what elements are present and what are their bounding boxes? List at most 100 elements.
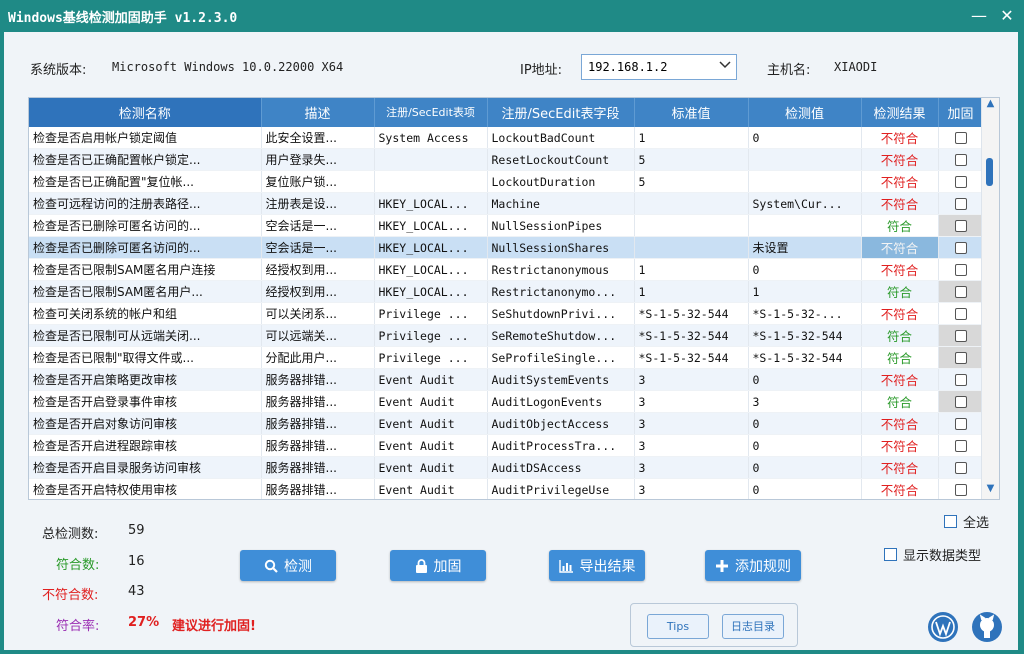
cell-standard-value[interactable]: 3 (634, 478, 749, 499)
cell-result[interactable]: 符合 (861, 346, 939, 369)
table-row[interactable]: 检查是否开启特权使用审核 服务器排错... Event Audit AuditPriv… (29, 478, 984, 499)
cell-fix-checkbox[interactable] (938, 302, 984, 325)
cell-key[interactable]: System Access (374, 127, 488, 149)
cell-result[interactable]: 符合 (861, 324, 939, 347)
cell-detected-value[interactable]: 0 (748, 258, 862, 281)
cell-result[interactable]: 不符合 (861, 478, 939, 499)
column-header-val[interactable]: 检测值 (748, 98, 862, 127)
cell-fix-checkbox[interactable] (938, 390, 984, 413)
cell-standard-value[interactable]: 1 (634, 127, 749, 149)
cell-description[interactable]: 分配此用户... (261, 346, 375, 369)
cell-description[interactable]: 服务器排错... (261, 456, 375, 479)
cell-name[interactable]: 检查是否开启进程跟踪审核 (29, 434, 262, 457)
cell-detected-value[interactable]: 1 (748, 280, 862, 303)
table-row[interactable]: 检查是否已删除可匿名访问的... 空会话是一... HKEY_LOCAL... Nul… (29, 214, 984, 237)
cell-fix-checkbox[interactable] (938, 148, 984, 171)
cell-name[interactable]: 检查可远程访问的注册表路径... (29, 192, 262, 215)
column-header-result[interactable]: 检测结果 (861, 98, 939, 127)
show-data-types-box[interactable] (884, 548, 897, 561)
cell-result[interactable]: 不符合 (861, 192, 939, 215)
cell-standard-value[interactable]: *S-1-5-32-544 (634, 302, 749, 325)
cell-description[interactable]: 服务器排错... (261, 478, 375, 499)
fix-checkbox[interactable] (954, 374, 967, 386)
cell-fix-checkbox[interactable] (938, 324, 984, 347)
cell-key[interactable]: Event Audit (374, 478, 488, 499)
scan-button[interactable]: 检测 (240, 550, 336, 581)
cell-detected-value[interactable] (748, 148, 862, 171)
cell-description[interactable]: 经授权到用... (261, 258, 375, 281)
cell-field[interactable]: NullSessionPipes (487, 214, 635, 237)
cell-fix-checkbox[interactable] (938, 434, 984, 457)
cell-result[interactable]: 不符合 (861, 368, 939, 391)
select-all-checkbox[interactable]: 全选 (944, 512, 989, 531)
table-row[interactable]: 检查是否开启对象访问审核 服务器排错... Event Audit AuditObje… (29, 412, 984, 435)
cell-detected-value[interactable]: 3 (748, 390, 862, 413)
fix-checkbox[interactable] (954, 198, 967, 210)
wordpress-icon[interactable] (928, 612, 958, 642)
cell-detected-value[interactable] (748, 214, 862, 237)
scroll-up-icon[interactable]: ▲ (982, 98, 999, 114)
github-icon[interactable] (972, 612, 1002, 642)
cell-description[interactable]: 空会话是一... (261, 214, 375, 237)
fix-checkbox[interactable] (954, 220, 967, 232)
cell-name[interactable]: 检查是否已删除可匿名访问的... (29, 214, 262, 237)
column-header-key[interactable]: 注册/SecEdit表项 (374, 98, 488, 127)
cell-key[interactable]: HKEY_LOCAL... (374, 258, 488, 281)
cell-standard-value[interactable]: 1 (634, 280, 749, 303)
table-row[interactable]: 检查是否启用帐户锁定阈值 此安全设置... System Access Lockout… (29, 127, 984, 149)
cell-detected-value[interactable]: *S-1-5-32-544 (748, 346, 862, 369)
table-row[interactable]: 检查是否开启进程跟踪审核 服务器排错... Event Audit AuditProc… (29, 434, 984, 457)
fix-checkbox[interactable] (954, 242, 967, 254)
cell-detected-value[interactable]: 0 (748, 127, 862, 149)
cell-fix-checkbox[interactable] (938, 258, 984, 281)
cell-fix-checkbox[interactable] (938, 412, 984, 435)
column-header-name[interactable]: 检测名称 (29, 98, 262, 127)
close-icon[interactable]: ✕ (992, 4, 1022, 28)
cell-description[interactable]: 服务器排错... (261, 368, 375, 391)
cell-field[interactable]: AuditDSAccess (487, 456, 635, 479)
cell-detected-value[interactable]: 0 (748, 412, 862, 435)
fix-checkbox[interactable] (954, 286, 967, 298)
cell-fix-checkbox[interactable] (938, 236, 984, 259)
table-row[interactable]: 检查是否开启策略更改审核 服务器排错... Event Audit AuditSyst… (29, 368, 984, 391)
column-header-desc[interactable]: 描述 (261, 98, 375, 127)
cell-field[interactable]: SeRemoteShutdow... (487, 324, 635, 347)
cell-detected-value[interactable]: *S-1-5-32-... (748, 302, 862, 325)
scroll-down-icon[interactable]: ▼ (982, 483, 999, 499)
table-row[interactable]: 检查可关闭系统的帐户和组 可以关闭系... Privilege ... SeShutd… (29, 302, 984, 325)
cell-fix-checkbox[interactable] (938, 478, 984, 499)
cell-detected-value[interactable]: *S-1-5-32-544 (748, 324, 862, 347)
cell-field[interactable]: SeProfileSingle... (487, 346, 635, 369)
cell-description[interactable]: 服务器排错... (261, 434, 375, 457)
cell-result[interactable]: 符合 (861, 214, 939, 237)
cell-field[interactable]: SeShutdownPrivi... (487, 302, 635, 325)
cell-description[interactable]: 此安全设置... (261, 127, 375, 149)
cell-key[interactable] (374, 170, 488, 193)
column-header-fix[interactable]: 加固 (938, 98, 984, 127)
table-row[interactable]: 检查是否已删除可匿名访问的... 空会话是一... HKEY_LOCAL... Nul… (29, 236, 984, 259)
ip-select[interactable]: 192.168.1.2 (581, 54, 737, 80)
cell-name[interactable]: 检查是否已限制SAM匿名用户... (29, 280, 262, 303)
cell-field[interactable]: Restrictanonymous (487, 258, 635, 281)
cell-description[interactable]: 用户登录失... (261, 148, 375, 171)
cell-result[interactable]: 不符合 (861, 302, 939, 325)
cell-description[interactable]: 可以远端关... (261, 324, 375, 347)
cell-name[interactable]: 检查是否已正确配置帐户锁定... (29, 148, 262, 171)
tips-button[interactable]: Tips (647, 614, 709, 639)
cell-description[interactable]: 经授权到用... (261, 280, 375, 303)
table-row[interactable]: 检查是否已限制可从远端关闭... 可以远端关... Privilege ... SeR… (29, 324, 984, 347)
cell-fix-checkbox[interactable] (938, 127, 984, 149)
cell-field[interactable]: AuditProcessTra... (487, 434, 635, 457)
cell-standard-value[interactable]: 3 (634, 434, 749, 457)
cell-detected-value[interactable]: 0 (748, 478, 862, 499)
cell-fix-checkbox[interactable] (938, 192, 984, 215)
cell-standard-value[interactable] (634, 214, 749, 237)
cell-field[interactable]: ResetLockoutCount (487, 148, 635, 171)
cell-result[interactable]: 不符合 (861, 236, 939, 259)
cell-standard-value[interactable]: 1 (634, 258, 749, 281)
cell-key[interactable]: Privilege ... (374, 302, 488, 325)
chevron-down-icon[interactable] (718, 57, 732, 75)
cell-standard-value[interactable] (634, 236, 749, 259)
fix-checkbox[interactable] (954, 352, 967, 364)
cell-key[interactable]: HKEY_LOCAL... (374, 236, 488, 259)
